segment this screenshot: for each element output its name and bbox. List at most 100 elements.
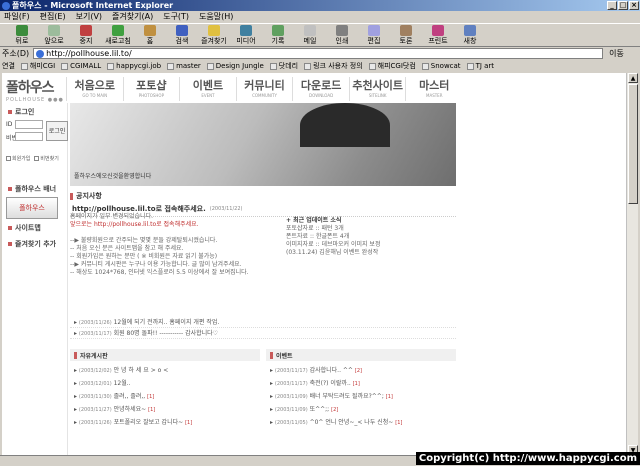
site-nav: 처음으로 GO TO MAIN 포토샵 PHOTOSHOP 이벤트 EVENT 커뮤니… <box>66 77 462 101</box>
sitemap-link[interactable]: 사이트맵 <box>8 223 67 233</box>
logo-title: 폴하우스 <box>6 80 55 96</box>
link-item[interactable]: 닷데리 <box>269 61 298 71</box>
nav-community[interactable]: 커뮤니티 COMMUNITY <box>235 77 293 101</box>
list-item[interactable]: ▸ (2003/12/01) 12월.. <box>70 377 260 390</box>
toolbar: 뒤로 앞으로 중지 새로고침 홈 검색 즐겨찾기 미디어 기록 메일 인쇄 편집… <box>0 23 640 47</box>
scroll-thumb[interactable] <box>628 84 638 204</box>
list-item[interactable]: ▸ (2003/11/09) 배너 부탁드려도 될까요?^^; [1] <box>266 390 456 403</box>
new-window-icon <box>464 25 476 36</box>
links-label: 연결 <box>2 62 15 70</box>
back-arrow-icon <box>16 25 28 36</box>
history-button[interactable]: 기록 <box>262 24 294 46</box>
mail-icon <box>304 25 316 36</box>
list-item[interactable]: ▸ (2003/11/05) ^0^ 언니 안녕~_< 나두 신청~ [1] <box>266 416 456 429</box>
login-button[interactable]: 로그인 <box>46 121 68 141</box>
favorites-button[interactable]: 즐겨찾기 <box>198 24 230 46</box>
link-item[interactable]: CGIMALL <box>61 62 101 70</box>
link-item[interactable]: Design Jungle <box>206 62 264 70</box>
nav-main[interactable]: 처음으로 GO TO MAIN <box>66 77 123 101</box>
address-input[interactable]: http://pollhouse.lil.to/ <box>33 48 604 59</box>
site-logo[interactable]: 폴하우스 POLLHOUSE ●●● <box>6 77 66 105</box>
window-title: 폴하우스 - Microsoft Internet Explorer <box>12 1 174 10</box>
links-bar: 연결 해미CGI CGIMALL happycgi.job master Des… <box>0 60 640 72</box>
back-button[interactable]: 뒤로 <box>6 24 38 46</box>
list-item[interactable]: ▸ (2003/11/26) 12월에 되기 전까지.. 홈페이지 개편 작업. <box>70 317 456 328</box>
minimize-button[interactable]: _ <box>607 1 617 10</box>
list-item[interactable]: ▸ (2003/12/02) 안 녕 하 세 요 > o < <box>70 364 260 377</box>
nav-photoshop[interactable]: 포토샵 PHOTOSHOP <box>122 77 180 101</box>
checkbox-icon <box>6 156 11 161</box>
edit-icon <box>368 25 380 36</box>
link-item[interactable]: 링크 사용자 정의 <box>304 61 363 71</box>
menu-edit[interactable]: 편집(E) <box>40 11 66 23</box>
page-icon <box>269 62 277 70</box>
list-item[interactable]: ▸ (2003/11/17) 축전(?) 이랄까.. [1] <box>266 377 456 390</box>
scroll-up-icon[interactable]: ▲ <box>628 73 638 83</box>
free-board: 자유게시판 ▸ (2003/12/02) 안 녕 하 세 요 > o < ▸ (… <box>70 349 260 449</box>
address-bar: 주소(D) http://pollhouse.lil.to/ 이동 <box>0 47 640 60</box>
search-icon <box>176 25 188 36</box>
page-icon <box>107 62 115 70</box>
media-icon <box>240 25 252 36</box>
list-item[interactable]: ▸ (2003/11/17) 회원 80명 돌파!! ----------- 감… <box>70 328 456 339</box>
edit-button[interactable]: 편집 <box>358 24 390 46</box>
list-item[interactable]: ▸ (2003/11/26) 포트폴리오 잘보고 갑니다~ [1] <box>70 416 260 429</box>
stop-icon <box>80 25 92 36</box>
link-item[interactable]: TJ art <box>466 62 494 70</box>
checkbox-icon <box>34 156 40 161</box>
vertical-scrollbar[interactable]: ▲ ▼ <box>626 73 638 455</box>
page-icon <box>61 62 69 70</box>
link-item[interactable]: master <box>167 62 201 70</box>
forward-button[interactable]: 앞으로 <box>38 24 70 46</box>
list-item[interactable]: ▸ (2003/11/30) 졸려,, 졸려,, [1] <box>70 390 260 403</box>
link-item[interactable]: 해미CGI <box>20 61 55 71</box>
menu-help[interactable]: 도움말(H) <box>199 11 233 23</box>
link-item[interactable]: happycgi.job <box>107 62 161 70</box>
page-icon <box>206 62 214 70</box>
menu-file[interactable]: 파일(F) <box>4 11 30 23</box>
forward-arrow-icon <box>48 25 60 36</box>
history-icon <box>272 25 284 36</box>
list-item[interactable]: ▸ (2003/11/09) 또^^;; [2] <box>266 403 456 416</box>
search-button[interactable]: 검색 <box>166 24 198 46</box>
link-item[interactable]: 해피CGI닷컴 <box>368 61 416 71</box>
go-button[interactable]: 이동 <box>609 48 624 59</box>
discuss-button[interactable]: 토론 <box>390 24 422 46</box>
list-item[interactable]: ▸ (2003/11/17) 감사합니다.. ^^ [2] <box>266 364 456 377</box>
account-links: 회원가입 비번찾기 <box>6 155 67 162</box>
join-link[interactable]: 회원가입 <box>6 155 30 162</box>
main-content: 폴하우스에오신것을환영합니다 공지사항 http://pollhouse.lil… <box>70 103 456 455</box>
password-input[interactable] <box>15 132 43 141</box>
link-item[interactable]: Snowcat <box>421 62 461 70</box>
nav-download[interactable]: 다운로드 DOWNLOAD <box>292 77 349 101</box>
notice-date: (2003/11/22) <box>209 205 243 212</box>
refresh-button[interactable]: 새로고침 <box>102 24 134 46</box>
page-icon <box>20 62 28 70</box>
close-button[interactable]: × <box>629 1 639 10</box>
site-banner[interactable]: 폴하우스 <box>6 197 58 219</box>
lamp-shape <box>300 103 390 147</box>
printer-button[interactable]: 프린트 <box>422 24 454 46</box>
add-favorite-link[interactable]: 즐겨찾기 추가 <box>8 239 67 249</box>
nav-sitelink[interactable]: 추천사이트 SITELINK <box>348 77 406 101</box>
notice-list: ▸ (2003/11/26) 12월에 되기 전까지.. 홈페이지 개편 작업.… <box>70 317 456 339</box>
free-board-title[interactable]: 자유게시판 <box>70 349 260 361</box>
menu-favorites[interactable]: 즐겨찾기(A) <box>112 11 153 23</box>
event-board-title[interactable]: 이벤트 <box>266 349 456 361</box>
find-password-link[interactable]: 비번찾기 <box>34 155 59 162</box>
id-input[interactable] <box>15 120 43 129</box>
stop-button[interactable]: 중지 <box>70 24 102 46</box>
print-button[interactable]: 인쇄 <box>326 24 358 46</box>
menu-tools[interactable]: 도구(T) <box>163 11 189 23</box>
list-item[interactable]: ▸ (2003/11/27) 안녕하세요~ [1] <box>70 403 260 416</box>
nav-event[interactable]: 이벤트 EVENT <box>179 77 236 101</box>
notice-section: 공지사항 http://pollhouse.lil.to로 접속해주세요. (2… <box>70 191 456 317</box>
mail-button[interactable]: 메일 <box>294 24 326 46</box>
media-button[interactable]: 미디어 <box>230 24 262 46</box>
maximize-button[interactable]: □ <box>618 1 628 10</box>
new-window-button[interactable]: 새창 <box>454 24 486 46</box>
nav-master[interactable]: 마스터 MASTER <box>405 77 462 101</box>
menu-view[interactable]: 보기(V) <box>76 11 102 23</box>
page-icon <box>304 62 312 70</box>
home-button[interactable]: 홈 <box>134 24 166 46</box>
